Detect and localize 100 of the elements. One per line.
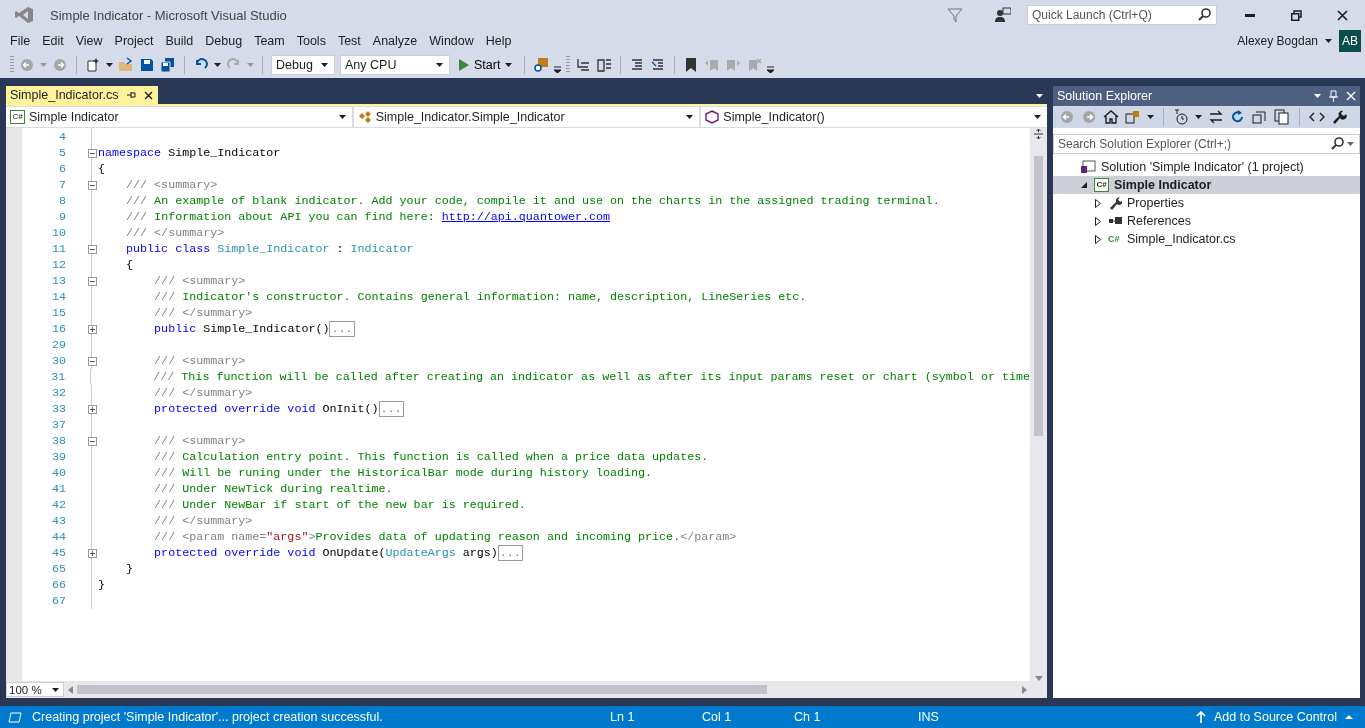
home-icon[interactable] [1103,109,1119,125]
find-in-files-icon[interactable] [533,57,550,73]
account-name[interactable]: Alexey Bogdan [1237,34,1318,48]
copy-icon[interactable] [1274,109,1290,125]
tree-item[interactable]: Solution 'Simple Indicator' (1 project) [1053,158,1360,176]
caret-icon[interactable] [1034,115,1041,119]
line-number: 42 [50,498,67,512]
document-tab[interactable]: Simple_Indicator.cs [6,86,159,104]
caret-icon[interactable] [1325,39,1332,43]
caret-icon[interactable] [505,63,513,67]
filter-icon[interactable] [947,7,963,23]
scroll-right-icon[interactable] [1022,685,1027,694]
menu-item[interactable]: Window [423,32,480,50]
line-indicator: Ln 1 [610,710,636,724]
wrench-icon[interactable] [1331,109,1347,125]
expand-toggle[interactable] [87,404,97,414]
pending-changes-icon[interactable] [1173,109,1189,125]
tree-item[interactable]: C# Simple_Indicator.cs [1053,230,1360,248]
caret-icon[interactable] [52,687,59,692]
expand-toggle[interactable] [87,548,97,558]
menu-item[interactable]: Tools [290,32,332,50]
split-handle-icon[interactable] [1033,128,1044,140]
collapse-toggle[interactable] [87,244,97,254]
new-project-icon[interactable] [85,57,101,73]
sync-icon[interactable] [1208,109,1224,125]
caret-icon[interactable] [436,63,443,67]
search-field[interactable]: Search Solution Explorer (Ctrl+;) [1053,134,1360,154]
menu-item[interactable]: View [69,32,109,50]
caret-icon[interactable] [338,115,346,119]
collapse-toggle[interactable] [87,276,97,286]
line-number: 5 [58,146,67,160]
refresh-icon[interactable] [1230,109,1246,125]
code-line: /// This function will be called after creating an indicator as well as after its input params reset or chart (symbol or time [152,370,1030,384]
code-line: } [125,562,134,576]
collapse-toggle[interactable] [87,356,97,366]
zoom-dropdown[interactable]: 100 % [6,682,64,697]
open-folder-icon[interactable] [118,57,134,73]
navigation-dropdown[interactable]: Simple_Indicator.Simple_Indicator [353,107,700,127]
account-avatar[interactable]: AB [1339,30,1361,52]
step-into-icon[interactable] [575,57,592,73]
menu-item[interactable]: Build [159,32,200,50]
line-number: 10 [50,226,67,240]
tree-item[interactable]: References [1053,212,1360,230]
tree-item[interactable]: Properties [1053,194,1360,212]
expand-toggle[interactable] [87,324,97,334]
menu-item[interactable]: Edit [36,32,70,50]
scroll-left-icon[interactable] [68,685,73,694]
code-line: protected override void OnUpdate(UpdateArgs args) ... [153,546,523,560]
code-line: /// Calculation entry point. This function is called when a price data updates. [153,450,709,464]
pin-icon[interactable] [126,90,137,100]
step-out-icon[interactable] [596,57,613,73]
line-number: 38 [50,434,67,448]
search-icon[interactable] [1331,137,1344,150]
insert-mode-indicator: INS [918,710,939,724]
quick-launch-field[interactable]: Quick Launch (Ctrl+Q) [1027,5,1217,25]
tree-item[interactable]: C# Simple Indicator [1053,176,1360,194]
scrollbar-thumb[interactable] [77,685,767,694]
caret-icon[interactable] [1314,94,1321,98]
caret-icon[interactable] [106,63,113,67]
line-number: 44 [50,530,67,544]
menu-item[interactable]: Team [248,32,291,50]
platform-dropdown[interactable]: Any CPU [340,55,450,75]
menu-item[interactable]: File [4,32,37,50]
line-number: 14 [50,290,67,304]
character-indicator: Ch 1 [794,710,822,724]
status-message: Creating project 'Simple Indicator'... project creation successful. [32,710,384,724]
caret-icon[interactable] [214,63,221,67]
caret-icon[interactable] [321,63,328,67]
caret-icon[interactable] [1036,94,1043,98]
caret-icon[interactable] [686,115,694,119]
navigation-dropdown[interactable]: C# Simple Indicator [6,107,352,127]
csharp-file-icon: C# [1108,234,1122,244]
scrollbar-thumb[interactable] [1034,156,1043,436]
collapse-toggle[interactable] [87,436,97,446]
expanded-triangle-icon[interactable] [1080,181,1088,189]
menu-item[interactable]: Test [331,32,367,50]
code-line: /// </summary> [125,226,225,240]
menu-item[interactable]: Help [479,32,518,50]
search-icon[interactable] [1198,8,1211,21]
menu-item[interactable]: Debug [199,32,249,50]
source-control-button[interactable]: Add to Source Control [1196,710,1353,724]
menu-item[interactable]: Analyze [366,32,424,50]
configuration-dropdown[interactable]: Debug [271,55,335,75]
line-number: 67 [50,594,67,608]
close-icon[interactable] [144,90,154,100]
navigation-dropdown[interactable]: Simple_Indicator() [701,107,1047,127]
switch-views-icon[interactable] [1125,109,1141,125]
caret-icon[interactable] [1147,115,1154,119]
collapse-all-icon[interactable] [1252,109,1268,125]
start-button[interactable]: Start [455,58,517,72]
feedback-icon[interactable] [995,7,1011,23]
visual-studio-logo-icon [14,6,34,24]
save-icon[interactable] [139,57,155,73]
save-all-icon[interactable] [160,57,176,73]
line-number: 15 [50,306,67,320]
caret-icon[interactable] [1195,115,1202,119]
collapse-toggle[interactable] [87,148,97,158]
code-line: /// <summary> [125,178,218,192]
collapse-toggle[interactable] [87,180,97,190]
menu-item[interactable]: Project [108,32,160,50]
